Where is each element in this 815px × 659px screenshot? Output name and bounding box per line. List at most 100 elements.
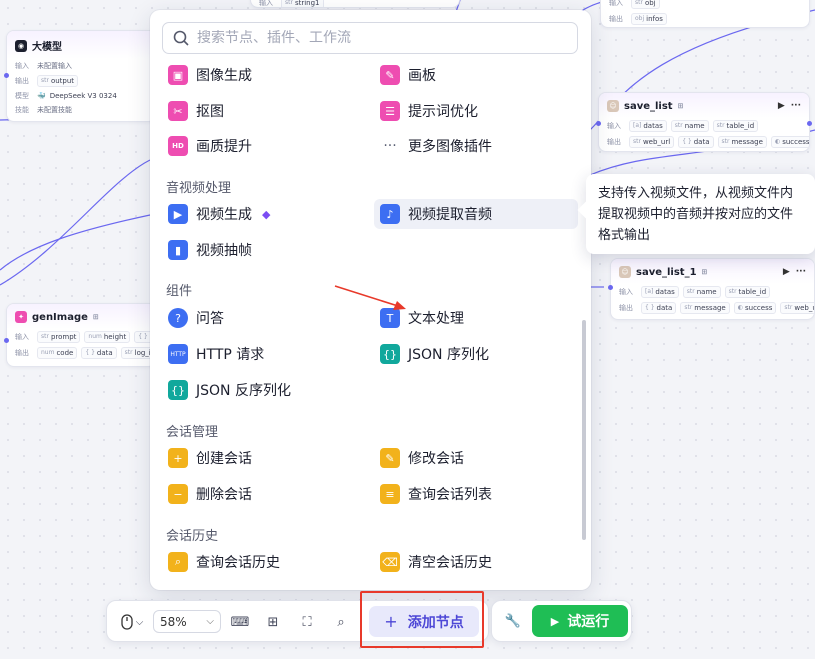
node-item-query-history[interactable]: ⌕ 查询会话历史 bbox=[162, 549, 280, 575]
grid-layout-icon: ⊞ bbox=[267, 614, 279, 630]
node-item-http-request[interactable]: HTTP HTTP 请求 bbox=[162, 341, 264, 367]
section-title-history: 会话历史 bbox=[166, 529, 219, 544]
plugin-badge-icon: ⊞ bbox=[92, 313, 99, 321]
debug-settings-button[interactable]: 🔧 bbox=[502, 610, 524, 632]
search-input[interactable] bbox=[197, 30, 557, 46]
node-item-qa[interactable]: ? 问答 bbox=[162, 305, 224, 331]
plugin-badge-icon: ⊞ bbox=[677, 102, 684, 110]
param-tag: { } data bbox=[678, 136, 714, 148]
layout-button[interactable]: ⊞ bbox=[262, 611, 284, 633]
section-title-conversation: 会话管理 bbox=[166, 425, 219, 440]
more-dots-icon: ··· bbox=[380, 136, 400, 156]
run-toolbar: 🔧 ▶ 试运行 bbox=[491, 600, 632, 642]
node-item-video-gen[interactable]: ▶ 视频生成 ◆ bbox=[162, 201, 270, 227]
save-list-1-node[interactable]: ☺ save_list_1 ⊞ ▶ ··· 输入 [a] datas str name st… bbox=[610, 258, 815, 320]
image-icon: ⛶ bbox=[302, 614, 312, 630]
node-title: save_list bbox=[624, 100, 673, 112]
node-item-matting[interactable]: ✂ 抠图 bbox=[162, 98, 224, 124]
param-tag: str table_id bbox=[712, 120, 759, 132]
section-title-components: 组件 bbox=[166, 284, 193, 299]
node-input-port[interactable] bbox=[4, 338, 9, 343]
annotation-highlight-box bbox=[360, 591, 484, 648]
more-icon[interactable]: ··· bbox=[796, 267, 806, 277]
prompt-optimize-icon: ☰ bbox=[380, 101, 400, 121]
genimage-node[interactable]: ✦ genImage ⊞ 输入strpromptnumheight{ }logo… bbox=[6, 303, 156, 367]
param-tag: ◐ success bbox=[770, 136, 809, 148]
param-tag: str table_id bbox=[724, 286, 771, 298]
chevron-down-icon: ⌵ bbox=[206, 616, 214, 627]
node-output-port[interactable] bbox=[807, 121, 812, 126]
panel-scrollbar[interactable] bbox=[582, 320, 586, 540]
comment-icon: ⌨ bbox=[230, 614, 250, 630]
hd-icon: HD bbox=[168, 136, 188, 156]
param-tag: [a] datas bbox=[629, 120, 667, 132]
http-icon: HTTP bbox=[168, 344, 188, 364]
video-gen-icon: ▶ bbox=[168, 204, 188, 224]
create-conversation-icon: + bbox=[168, 448, 188, 468]
more-icon[interactable]: ··· bbox=[791, 101, 801, 111]
json-deserialize-icon: {} bbox=[168, 380, 188, 400]
node-item-list-conversations[interactable]: ≡ 查询会话列表 bbox=[374, 481, 492, 507]
param-tag: str name bbox=[682, 286, 721, 298]
node-title: save_list_1 bbox=[636, 266, 697, 278]
comment-button[interactable]: ⌨ bbox=[229, 611, 251, 633]
test-run-button[interactable]: ▶ 试运行 bbox=[532, 605, 628, 637]
llm-node[interactable]: ◉ 大模型 输入 未配置输入 输出 str output 模型 🐳 DeepSeek V3… bbox=[6, 30, 156, 122]
node-item-clear-history[interactable]: ⌫ 清空会话历史 bbox=[374, 549, 492, 575]
node-item-json-deserialize[interactable]: {} JSON 反序列化 bbox=[162, 377, 291, 403]
param-tag: str message bbox=[717, 136, 767, 148]
param-tag: str string1 bbox=[281, 0, 324, 7]
search-box[interactable] bbox=[162, 22, 578, 54]
search-icon bbox=[173, 30, 189, 46]
node-input-port[interactable] bbox=[608, 285, 613, 290]
param-tag: str obj bbox=[631, 0, 660, 9]
param-tag: str prompt bbox=[37, 331, 81, 343]
question-icon: ? bbox=[168, 308, 188, 328]
node-item-delete-conversation[interactable]: − 删除会话 bbox=[162, 481, 252, 507]
search-canvas-button[interactable]: ⌕ bbox=[330, 611, 352, 633]
canvas-node-partial-top-right[interactable]: 输入 str obj 输出 obj infos bbox=[600, 0, 810, 28]
node-item-canvas-board[interactable]: ✎ 画板 bbox=[374, 62, 436, 88]
list-conversations-icon: ≡ bbox=[380, 484, 400, 504]
video-frames-icon: ▮ bbox=[168, 240, 188, 260]
wrench-icon: 🔧 bbox=[504, 613, 522, 629]
param-tag: [a] datas bbox=[641, 286, 679, 298]
mouse-icon bbox=[121, 614, 133, 630]
param-tag: { } data bbox=[641, 302, 677, 314]
minimap-button[interactable]: ⛶ bbox=[296, 611, 318, 633]
param-tag: num height bbox=[84, 331, 131, 343]
query-history-icon: ⌕ bbox=[168, 552, 188, 572]
node-item-modify-conversation[interactable]: ✎ 修改会话 bbox=[374, 445, 464, 471]
node-item-json-serialize[interactable]: {} JSON 序列化 bbox=[374, 341, 489, 367]
avatar-icon: ☺ bbox=[607, 100, 619, 112]
matting-icon: ✂ bbox=[168, 101, 188, 121]
avatar-icon: ☺ bbox=[619, 266, 631, 278]
param-tag: strweb_url bbox=[780, 302, 814, 314]
param-tag: strweb_url bbox=[629, 136, 675, 148]
node-item-image-gen[interactable]: ▣ 图像生成 bbox=[162, 62, 252, 88]
node-input-port[interactable] bbox=[4, 73, 9, 78]
node-item-prompt-optimize[interactable]: ☰ 提示词优化 bbox=[374, 98, 478, 124]
pointer-mode-button[interactable]: ⌵ bbox=[117, 611, 147, 633]
param-tag: str message bbox=[680, 302, 730, 314]
node-item-more-image-plugins[interactable]: ··· 更多图像插件 bbox=[374, 133, 492, 159]
plugin-badge-icon: ⊞ bbox=[701, 268, 708, 276]
play-icon: ▶ bbox=[550, 614, 560, 628]
delete-conversation-icon: − bbox=[168, 484, 188, 504]
run-node-icon[interactable]: ▶ bbox=[783, 267, 790, 277]
model-icon: 🐳 bbox=[37, 92, 46, 100]
param-tag: ◐ success bbox=[733, 302, 777, 314]
node-input-port[interactable] bbox=[596, 121, 601, 126]
canvas-board-icon: ✎ bbox=[380, 65, 400, 85]
param-tag: num code bbox=[37, 347, 78, 359]
node-item-quality-upscale[interactable]: HD 画质提升 bbox=[162, 133, 252, 159]
modify-conversation-icon: ✎ bbox=[380, 448, 400, 468]
node-item-video-frames[interactable]: ▮ 视频抽帧 bbox=[162, 237, 252, 263]
param-tag: str name bbox=[670, 120, 709, 132]
node-item-extract-audio[interactable]: ♪ 视频提取音频 bbox=[374, 199, 578, 229]
save-list-node[interactable]: ☺ save_list ⊞ ▶ ··· 输入 [a] datas str name str t… bbox=[598, 92, 810, 152]
canvas-node-partial-top[interactable]: 输入 str string1 bbox=[250, 0, 460, 8]
zoom-select[interactable]: 58% ⌵ bbox=[153, 610, 221, 633]
node-item-create-conversation[interactable]: + 创建会话 bbox=[162, 445, 252, 471]
run-node-icon[interactable]: ▶ bbox=[778, 101, 785, 111]
